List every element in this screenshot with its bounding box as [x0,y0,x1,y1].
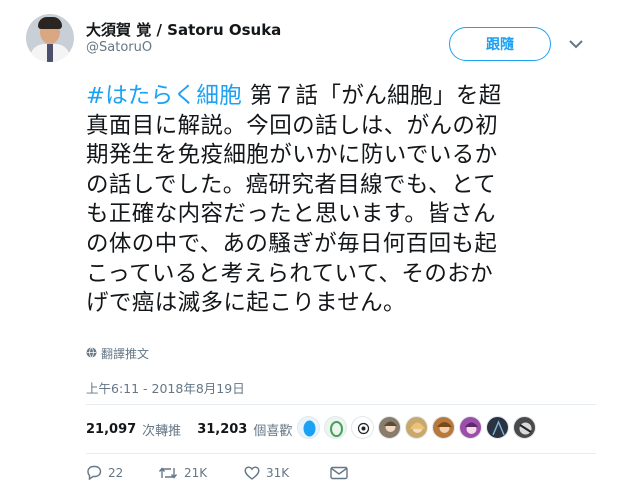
tweet-line-1-text: 第７話「がん細胞」を超 [242,83,502,109]
envelope-icon [330,466,348,480]
liker-avatar[interactable] [324,416,347,439]
liker-avatar[interactable] [459,416,482,439]
reply-button[interactable]: 22 [86,465,158,480]
liker-avatar[interactable] [432,416,455,439]
like-count: 31K [266,465,290,480]
liker-avatar[interactable] [351,416,374,439]
tweet-stats: 21,097 次轉推 31,203 個喜歡 [86,420,308,439]
reply-icon [86,465,102,480]
liker-avatar[interactable] [405,416,428,439]
retweets-label[interactable]: 次轉推 [142,420,181,439]
liker-avatar[interactable] [378,416,401,439]
author-handle[interactable]: @SatoruO [86,40,152,55]
tweet-line-6: の体の中で、あの騒ぎが毎日何百回も起 [86,230,498,257]
tweet-line-5: も正確な内容だったと思います。皆さん [86,201,496,228]
tweet-line-8: げで癌は滅多に起こりません。 [86,290,406,317]
hashtag-link[interactable]: #はたらく細胞 [86,83,242,109]
tweet-card: 大須賀 覚 / Satoru Osuka @SatoruO 跟隨 #はたらく細胞… [0,0,621,501]
retweets-count[interactable]: 21,097 [86,422,136,437]
liker-avatar[interactable] [297,416,320,439]
tweet-timestamp[interactable]: 上午6:11 - 2018年8月19日 [86,378,245,397]
tweet-line-3: 期発生を免疫細胞がいかに防いでいるか [86,142,498,169]
avatar-tie [47,44,53,62]
tweet-text: #はたらく細胞 第７話「がん細胞」を超 真面目に解説。今回の話しは、がんの初 期… [86,82,586,319]
retweet-icon [158,466,178,480]
retweet-button[interactable]: 21K [158,466,244,480]
translate-label: 翻譯推文 [101,347,150,361]
liker-avatars [297,416,536,439]
heart-icon [244,465,260,480]
divider [86,453,596,454]
likes-label[interactable]: 個喜歡 [253,420,292,439]
author-name[interactable]: 大須賀 覚 / Satoru Osuka [86,19,281,40]
tweet-actions: 22 21K 31K [86,465,348,480]
avatar-hair [38,17,62,29]
direct-message-button[interactable] [330,466,348,480]
like-button[interactable]: 31K [244,466,330,480]
tweet-line-2: 真面目に解説。今回の話しは、がんの初 [86,112,499,139]
tweet-line-1: #はたらく細胞 第７話「がん細胞」を超 [86,82,586,112]
liker-avatar[interactable] [486,416,509,439]
divider [86,404,596,405]
tweet-line-7: こっていると考えられていて、そのおか [86,260,494,287]
reply-count: 22 [108,465,124,480]
translate-tweet-link[interactable]: 翻譯推文 [86,345,149,362]
chevron-down-icon[interactable] [568,36,584,52]
retweet-count: 21K [184,465,208,480]
tweet-line-4: の話しでした。癌研究者目線でも、とて [86,171,497,198]
globe-icon [86,346,97,361]
likes-count[interactable]: 31,203 [197,422,247,437]
avatar[interactable] [26,14,74,62]
follow-button[interactable]: 跟隨 [449,27,551,61]
liker-avatar[interactable] [513,416,536,439]
